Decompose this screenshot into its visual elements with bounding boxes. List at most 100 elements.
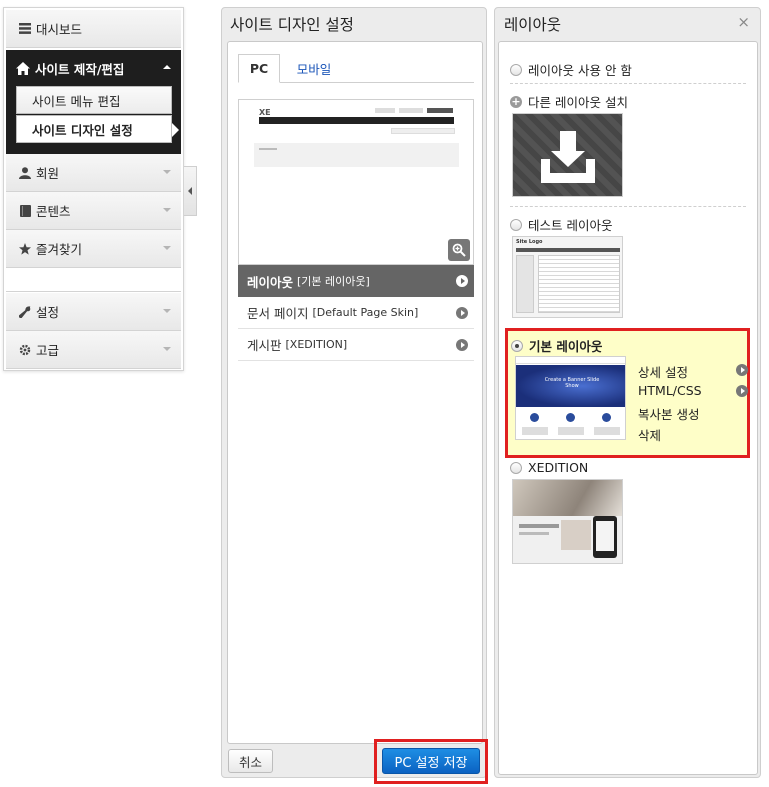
radio-button-checked[interactable] (511, 339, 523, 352)
sidebar-subitem-design-settings[interactable]: 사이트 디자인 설정 (16, 115, 179, 143)
sidebar-item-members[interactable]: 회원 (6, 154, 181, 192)
design-row-document-page[interactable]: 문서 페이지 [Default Page Skin] (238, 297, 474, 329)
zoom-in-icon (452, 243, 466, 257)
install-layout-link[interactable]: + 다른 레이아웃 설치 (510, 92, 628, 111)
preview-decoration (427, 108, 453, 113)
option-label: 기본 레이아웃 (529, 339, 603, 354)
preview-decoration (259, 117, 454, 124)
layout-option-basic[interactable]: 기본 레이아웃 (511, 336, 602, 355)
list-icon (18, 22, 32, 36)
sidebar-item-label: 회원 (36, 166, 60, 181)
thumb-decoration (519, 524, 559, 528)
sidebar-item-site-build[interactable]: 사이트 제작/편집 (6, 50, 181, 86)
radio-button[interactable] (510, 63, 522, 76)
arrow-right-circle-icon[interactable] (736, 364, 748, 376)
chevron-down-icon (163, 170, 171, 174)
xedition-layout-thumbnail[interactable] (512, 479, 623, 564)
radio-button[interactable] (510, 218, 522, 231)
preview-decoration (375, 108, 395, 113)
chevron-left-icon (188, 187, 192, 195)
design-row-layout[interactable]: 레이아웃 [기본 레이아웃] (238, 265, 474, 297)
sidebar-subitem-label: 사이트 메뉴 편집 (32, 93, 121, 109)
sidebar-item-label: 설정 (36, 305, 60, 320)
thumb-decoration (516, 255, 534, 313)
row-value: [XEDITION] (285, 338, 348, 351)
basic-layout-thumbnail[interactable]: Create a Banner Slide Show (515, 356, 626, 440)
thumb-decoration (561, 520, 591, 550)
preview-decoration (391, 128, 455, 134)
preview-decoration (399, 108, 423, 113)
row-value: [Default Page Skin] (312, 306, 419, 319)
sidebar-item-contents[interactable]: 콘텐츠 (6, 192, 181, 230)
option-label: 테스트 레이아웃 (528, 218, 613, 233)
sidebar-subitem-menu-edit[interactable]: 사이트 메뉴 편집 (16, 86, 172, 114)
chevron-up-icon (163, 65, 171, 69)
sidebar-subitem-label: 사이트 디자인 설정 (32, 122, 133, 138)
basic-layout-detail-settings-link[interactable]: 상세 설정 (638, 362, 688, 381)
download-icon (540, 131, 595, 183)
tab-pc[interactable]: PC (238, 54, 280, 83)
design-panel-body: PC 모바일 XE 레이아웃 [기본 레이아웃] 문서 페이지 [Default… (227, 41, 483, 744)
preview-logo: XE (259, 108, 271, 117)
home-icon (16, 61, 30, 75)
layout-option-xedition[interactable]: XEDITION (510, 460, 588, 475)
thumb-decoration (538, 255, 620, 313)
divider (510, 206, 746, 207)
design-row-board[interactable]: 게시판 [XEDITION] (238, 329, 474, 361)
zoom-preview-button[interactable] (448, 239, 470, 261)
sidebar-item-settings[interactable]: 설정 (6, 293, 181, 331)
sidebar-item-label: 대시보드 (36, 22, 83, 37)
cancel-button[interactable]: 취소 (228, 749, 273, 773)
sidebar-item-favorites[interactable]: 즐겨찾기 (6, 230, 181, 268)
test-layout-thumbnail[interactable]: Site Logo (512, 236, 623, 318)
row-label: 게시판 (247, 338, 282, 353)
sidebar-item-advanced[interactable]: 고급 (6, 331, 181, 369)
book-icon (18, 204, 32, 218)
close-icon[interactable]: × (737, 13, 750, 31)
sidebar-item-label: 사이트 제작/편집 (35, 61, 125, 77)
layout-preview-thumbnail: XE (238, 99, 474, 265)
save-pc-settings-button[interactable]: PC 설정 저장 (382, 748, 480, 774)
chevron-down-icon (163, 309, 171, 313)
sidebar-collapse-button[interactable] (184, 166, 197, 216)
arrow-right-circle-icon (456, 339, 468, 351)
option-label: XEDITION (528, 460, 589, 475)
row-value: [기본 레이아웃] (297, 275, 370, 288)
chevron-down-icon (163, 347, 171, 351)
thumb-decoration (602, 413, 611, 422)
arrow-right-circle-icon[interactable] (736, 385, 748, 397)
star-icon (18, 242, 32, 256)
radio-button[interactable] (510, 461, 522, 474)
thumb-decoration (566, 413, 575, 422)
chevron-down-icon (163, 246, 171, 250)
thumb-decoration (530, 413, 539, 422)
basic-layout-delete-link[interactable]: 삭제 (638, 425, 661, 444)
sidebar-item-label: 고급 (36, 343, 60, 358)
layout-panel-body: 레이아웃 사용 안 함 + 다른 레이아웃 설치 테스트 레이아웃 Site L… (498, 41, 758, 775)
sidebar-item-label: 즐겨찾기 (36, 242, 83, 257)
preview-decoration (254, 143, 459, 167)
plus-circle-icon: + (510, 95, 522, 108)
row-label: 레이아웃 (247, 274, 294, 290)
tab-mobile[interactable]: 모바일 (286, 54, 342, 83)
panel-title: 사이트 디자인 설정 (230, 16, 354, 34)
sidebar-empty-slot (6, 268, 181, 292)
layout-option-none[interactable]: 레이아웃 사용 안 함 (510, 60, 632, 79)
divider (510, 83, 746, 84)
save-button-highlight: PC 설정 저장 (374, 739, 488, 784)
thumb-decoration (596, 521, 614, 551)
sidebar-item-label: 콘텐츠 (36, 204, 71, 219)
row-label: 문서 페이지 (247, 306, 309, 321)
device-tabs: PC 모바일 (238, 54, 474, 83)
install-layout-thumbnail[interactable] (512, 113, 623, 197)
thumb-decoration (519, 532, 549, 535)
thumb-decoration (513, 480, 622, 516)
option-label: 레이아웃 사용 안 함 (528, 63, 632, 78)
arrow-right-circle-icon (456, 307, 468, 319)
gear-icon (18, 343, 32, 357)
layout-option-test[interactable]: 테스트 레이아웃 (510, 215, 612, 234)
admin-sidebar: 대시보드 사이트 제작/편집 사이트 메뉴 편집 사이트 디자인 설정 회원 콘… (3, 7, 184, 371)
sidebar-item-dashboard[interactable]: 대시보드 (6, 10, 181, 48)
basic-layout-html-css-link[interactable]: HTML/CSS (638, 383, 702, 398)
basic-layout-copy-link[interactable]: 복사본 생성 (638, 404, 699, 423)
